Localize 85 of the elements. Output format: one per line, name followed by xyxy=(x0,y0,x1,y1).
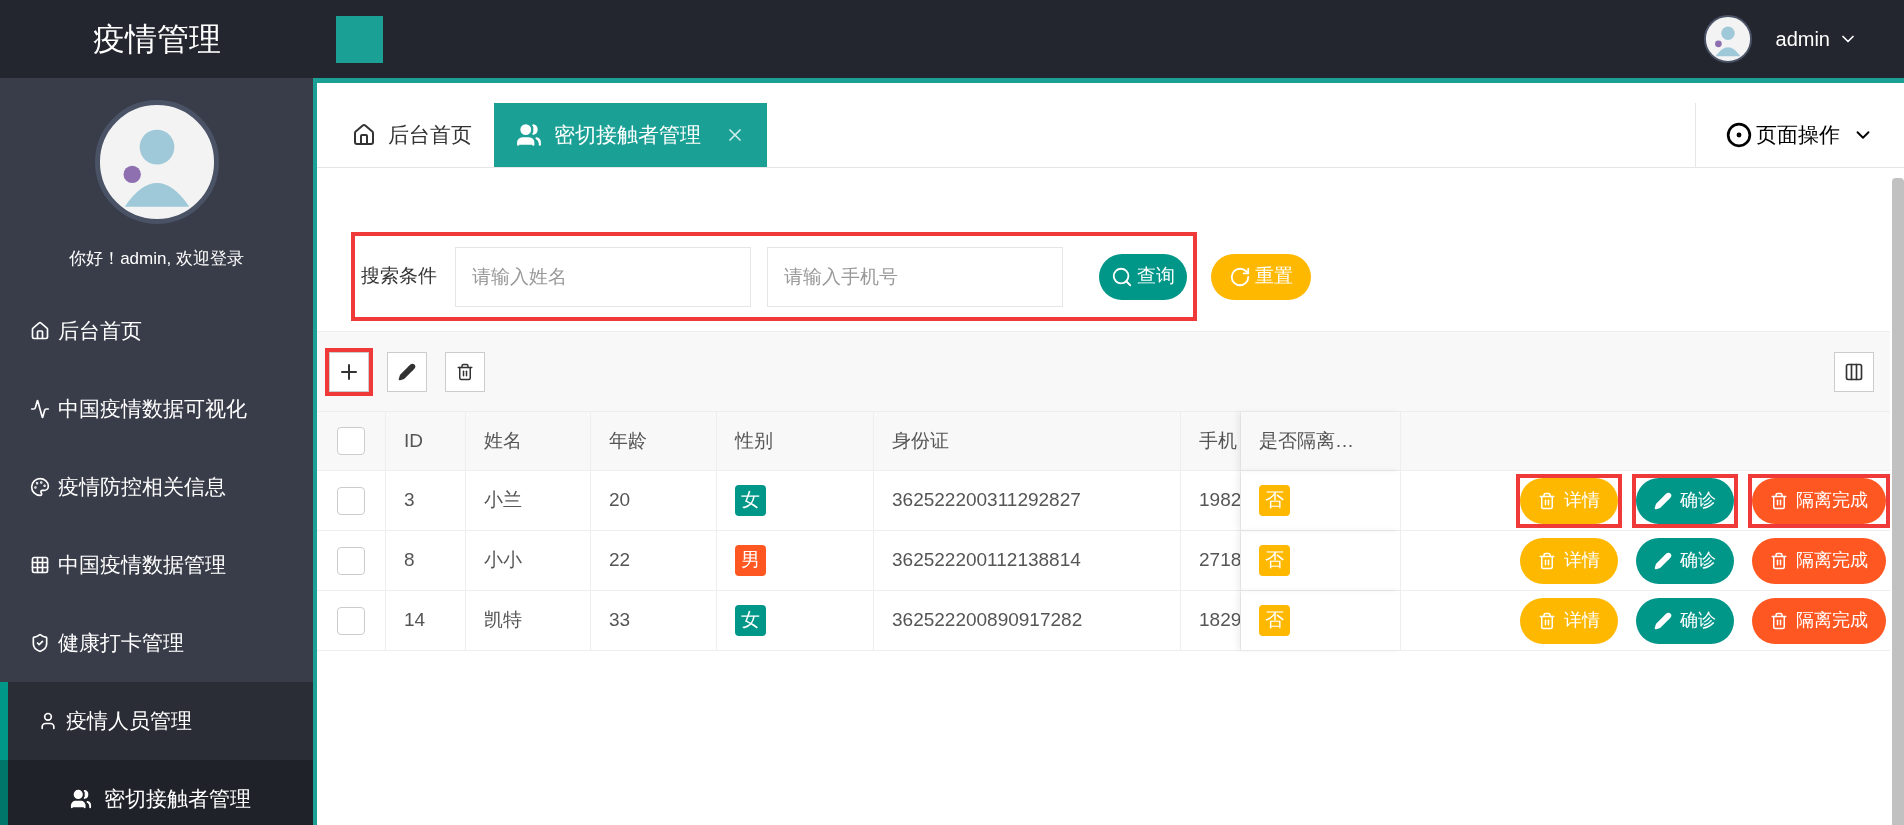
pulse-icon xyxy=(30,398,50,419)
trash-icon xyxy=(1770,491,1788,510)
checkbox[interactable] xyxy=(337,606,365,635)
pencil-icon xyxy=(1654,611,1672,630)
table-cell-text: 362522200890917282 xyxy=(892,608,1083,633)
table-cell-text: 1982 xyxy=(1199,488,1240,513)
table-cell-text: 362522200112138814 xyxy=(892,548,1081,573)
page-actions-dropdown[interactable]: 页面操作 xyxy=(1695,103,1904,167)
greeting-text: 你好！admin, 欢迎登录 xyxy=(68,248,245,270)
user-icon xyxy=(38,710,58,731)
input-field[interactable]: 请输入手机号 xyxy=(767,246,1063,307)
finish-button[interactable]: 隔离完成 xyxy=(1752,537,1886,584)
trash-icon xyxy=(1770,551,1788,570)
sidebar-item[interactable]: 疫情防控相关信息 xyxy=(0,447,313,526)
finish-button[interactable]: 隔离完成 xyxy=(1752,477,1886,524)
sidebar-item[interactable]: 中国疫情数据可视化 xyxy=(0,369,313,448)
query-button[interactable]: 查询 xyxy=(1099,253,1187,300)
gender-tag: 男 xyxy=(735,545,766,576)
home-icon xyxy=(352,123,376,147)
column-header: 身份证 xyxy=(892,428,949,453)
isolation-tag: 否 xyxy=(1259,485,1290,516)
gender-tag: 女 xyxy=(735,605,766,636)
users-icon xyxy=(70,787,92,810)
sidebar-item[interactable]: 中国疫情数据管理 xyxy=(0,525,313,604)
menu-toggle[interactable] xyxy=(336,15,383,63)
table-cell-text: 凯特 xyxy=(484,608,522,633)
users-icon xyxy=(516,122,542,148)
table-cell-text: 362522200311292827 xyxy=(892,488,1081,513)
table-cell-text: 小小 xyxy=(484,548,522,573)
user-name[interactable]: admin xyxy=(1775,24,1830,54)
refresh-icon xyxy=(1229,265,1251,288)
app-title: 疫情管理 xyxy=(92,20,221,59)
table-cell-text: 33 xyxy=(609,608,631,633)
table-cell-text: 22 xyxy=(609,548,631,573)
radio-dot-icon xyxy=(1726,122,1752,148)
table-cell-text: 2718 xyxy=(1199,548,1240,573)
isolation-tag: 否 xyxy=(1259,545,1290,576)
tab[interactable]: 后台首页 xyxy=(330,103,494,167)
pencil-icon xyxy=(1654,551,1672,570)
sidebar-subitem[interactable]: 密切接触者管理 xyxy=(0,759,313,825)
home-icon xyxy=(30,320,50,341)
palette-icon xyxy=(30,476,50,497)
table-cell-text: 1829 xyxy=(1199,608,1240,633)
search-icon xyxy=(1111,265,1133,288)
pencil-icon xyxy=(398,362,416,381)
table-cell-text: 小兰 xyxy=(484,488,522,513)
column-header: 姓名 xyxy=(484,428,522,453)
edit-button[interactable] xyxy=(387,351,427,392)
columns-button[interactable] xyxy=(1834,351,1874,392)
trash-icon xyxy=(1538,611,1556,630)
input-field[interactable]: 请输入姓名 xyxy=(455,246,751,307)
shield-check-icon xyxy=(30,632,50,653)
avatar-icon xyxy=(94,100,219,224)
confirm-button[interactable]: 确诊 xyxy=(1636,537,1734,584)
grid-icon xyxy=(30,554,50,575)
sidebar-item[interactable]: 后台首页 xyxy=(0,291,313,370)
confirm-button[interactable]: 确诊 xyxy=(1636,597,1734,644)
confirm-button[interactable]: 确诊 xyxy=(1636,477,1734,524)
checkbox[interactable] xyxy=(337,546,365,575)
column-header: 是否隔离… xyxy=(1259,428,1354,453)
table-cell-text: 20 xyxy=(609,488,631,513)
table-cell-text: 8 xyxy=(404,548,415,573)
gender-tag: 女 xyxy=(735,485,766,516)
checkbox[interactable] xyxy=(337,486,365,515)
sidebar-item[interactable]: 健康打卡管理 xyxy=(0,603,313,682)
avatar-icon xyxy=(1703,15,1752,63)
trash-icon xyxy=(456,362,474,381)
delete-button[interactable] xyxy=(445,351,485,392)
pencil-icon xyxy=(1654,491,1672,510)
checkbox[interactable] xyxy=(337,427,365,455)
trash-icon xyxy=(1538,551,1556,570)
column-header: 性别 xyxy=(735,428,773,453)
sidebar-item[interactable]: 疫情人员管理 xyxy=(0,681,313,760)
column-header: 手机 xyxy=(1199,428,1237,453)
trash-icon xyxy=(1538,491,1556,510)
column-header: 年龄 xyxy=(609,428,647,453)
tab[interactable]: 密切接触者管理 xyxy=(494,103,767,167)
finish-button[interactable]: 隔离完成 xyxy=(1752,597,1886,644)
column-header: ID xyxy=(404,428,423,453)
isolation-tag: 否 xyxy=(1259,605,1290,636)
table-cell-text: 14 xyxy=(404,608,426,633)
table-cell-text: 3 xyxy=(404,488,415,513)
search-label: 搜索条件 xyxy=(361,264,437,289)
columns-icon xyxy=(1844,361,1864,382)
trash-icon xyxy=(1770,611,1788,630)
